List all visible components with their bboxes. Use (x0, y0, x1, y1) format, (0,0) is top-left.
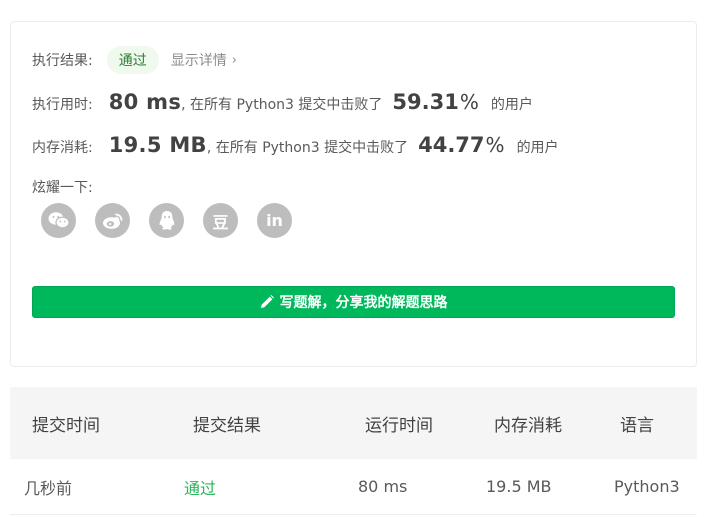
wechat-icon[interactable] (41, 203, 76, 238)
submissions-table: 提交时间 提交结果 运行时间 内存消耗 语言 几秒前 通过 80 ms 19.5… (10, 387, 697, 515)
cell-language: Python3 (614, 477, 680, 496)
douban-glyph: 豆 (212, 212, 229, 232)
column-header-result: 提交结果 (193, 415, 261, 436)
weibo-glyph (102, 213, 122, 229)
cell-memory: 19.5 MB (486, 477, 552, 496)
result-row: 执行结果: 通过 显示详情 › (32, 46, 237, 74)
status-badge: 通过 (106, 46, 159, 74)
linkedin-glyph: in (266, 211, 283, 230)
column-header-memory: 内存消耗 (494, 415, 562, 436)
memory-percent-sign: % (485, 133, 505, 157)
cell-runtime: 80 ms (358, 477, 408, 496)
table-header: 提交时间 提交结果 运行时间 内存消耗 语言 (10, 387, 697, 459)
show-details-link[interactable]: 显示详情 › (171, 50, 237, 70)
runtime-percent: 59.31 (392, 90, 459, 114)
runtime-percent-sign: % (459, 90, 479, 114)
linkedin-icon[interactable]: in (257, 203, 292, 238)
memory-middle-text: , 在所有 Python3 提交中击败了 (206, 140, 409, 156)
memory-row: 内存消耗: 19.5 MB , 在所有 Python3 提交中击败了 44.77… (32, 133, 559, 157)
runtime-middle-text: , 在所有 Python3 提交中击败了 (181, 97, 383, 113)
share-icons: 豆 in (41, 203, 292, 238)
memory-suffix: 的用户 (516, 140, 559, 156)
column-header-language: 语言 (620, 415, 654, 436)
write-solution-button[interactable]: 写题解，分享我的解题思路 (32, 286, 675, 318)
cell-result-link[interactable]: 通过 (184, 475, 216, 499)
share-label: 炫耀一下: (32, 180, 93, 196)
column-header-submit-time: 提交时间 (32, 415, 100, 436)
submission-result-card: 执行结果: 通过 显示详情 › 执行用时: 80 ms , 在所有 Python… (10, 21, 697, 367)
douban-icon[interactable]: 豆 (203, 203, 238, 238)
qq-icon[interactable] (149, 203, 184, 238)
memory-percent: 44.77 (418, 133, 485, 157)
pencil-icon (260, 295, 274, 308)
qq-glyph (159, 211, 174, 230)
runtime-row: 执行用时: 80 ms , 在所有 Python3 提交中击败了 59.31 %… (32, 90, 533, 114)
show-details-label: 显示详情 (170, 53, 227, 69)
cell-submit-time: 几秒前 (24, 478, 73, 498)
weibo-icon[interactable] (95, 203, 130, 238)
chevron-right-icon: › (231, 52, 237, 68)
runtime-value: 80 ms (108, 90, 182, 114)
memory-label: 内存消耗: (32, 140, 93, 156)
column-header-runtime: 运行时间 (365, 415, 433, 436)
table-row[interactable]: 几秒前 通过 80 ms 19.5 MB Python3 (10, 459, 697, 515)
result-label: 执行结果: (32, 53, 93, 69)
runtime-label: 执行用时: (32, 97, 93, 113)
wechat-glyph (48, 212, 70, 229)
runtime-suffix: 的用户 (490, 97, 533, 113)
write-solution-label: 写题解，分享我的解题思路 (279, 295, 448, 311)
memory-value: 19.5 MB (108, 133, 207, 157)
